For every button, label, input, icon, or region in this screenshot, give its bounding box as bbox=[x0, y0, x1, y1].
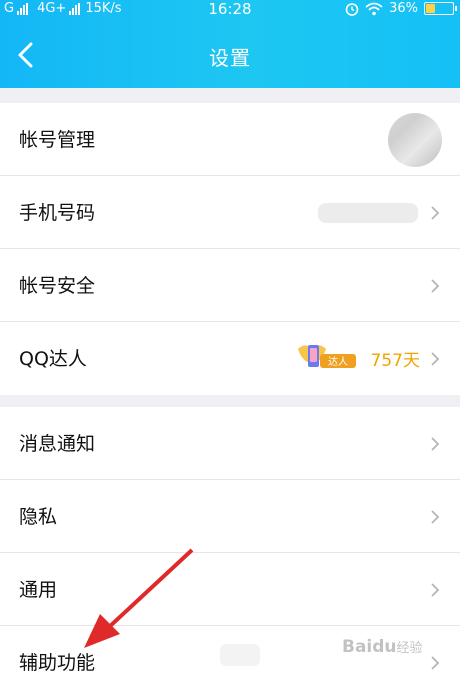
battery-percent: 36% bbox=[389, 1, 418, 16]
daren-badge-icon: 达人 bbox=[298, 345, 356, 368]
row-account-security[interactable]: 帐号安全 bbox=[0, 249, 460, 322]
chevron-right-icon bbox=[431, 437, 440, 451]
status-bar: G 4G+ 15K/s 16:28 36% bbox=[0, 0, 460, 20]
watermark-brand: Baidu bbox=[342, 637, 397, 657]
daren-badge-text: 达人 bbox=[328, 356, 348, 368]
row-account-management[interactable]: 帐号管理 bbox=[0, 103, 460, 176]
row-label: QQ达人 bbox=[19, 348, 87, 370]
chevron-right-icon bbox=[431, 206, 440, 220]
daren-days: 757天 bbox=[370, 351, 420, 371]
row-label: 手机号码 bbox=[19, 202, 96, 224]
row-label: 帐号安全 bbox=[19, 275, 96, 297]
battery-icon bbox=[424, 2, 457, 15]
row-qq-daren[interactable]: QQ达人 达人 757天 bbox=[0, 322, 460, 395]
row-notifications[interactable]: 消息通知 bbox=[0, 407, 460, 480]
watermark: Baidu经验 bbox=[342, 637, 423, 657]
chevron-right-icon bbox=[431, 583, 440, 597]
row-label: 通用 bbox=[19, 579, 58, 601]
chevron-right-icon bbox=[431, 279, 440, 293]
row-label: 辅助功能 bbox=[19, 652, 96, 674]
row-privacy[interactable]: 隐私 bbox=[0, 480, 460, 553]
alarm-icon bbox=[345, 2, 359, 16]
row-general[interactable]: 通用 bbox=[0, 553, 460, 626]
chevron-right-icon bbox=[431, 656, 440, 670]
chevron-right-icon bbox=[431, 352, 440, 366]
row-phone-number[interactable]: 手机号码 bbox=[0, 176, 460, 249]
chevron-right-icon bbox=[431, 510, 440, 524]
avatar bbox=[388, 113, 442, 167]
app-header: G 4G+ 15K/s 16:28 36% 设置 bbox=[0, 0, 460, 88]
row-label: 帐号管理 bbox=[19, 129, 96, 151]
row-label: 消息通知 bbox=[19, 433, 96, 455]
settings-group-account: 帐号管理 手机号码 帐号安全 QQ达人 达人 757天 bbox=[0, 103, 460, 395]
wifi-icon bbox=[365, 2, 383, 15]
row-label: 隐私 bbox=[19, 506, 58, 528]
blurred-mark bbox=[220, 644, 260, 666]
phone-number-masked bbox=[318, 203, 418, 223]
page-title: 设置 bbox=[209, 46, 251, 70]
watermark-sub: 经验 bbox=[396, 641, 423, 656]
